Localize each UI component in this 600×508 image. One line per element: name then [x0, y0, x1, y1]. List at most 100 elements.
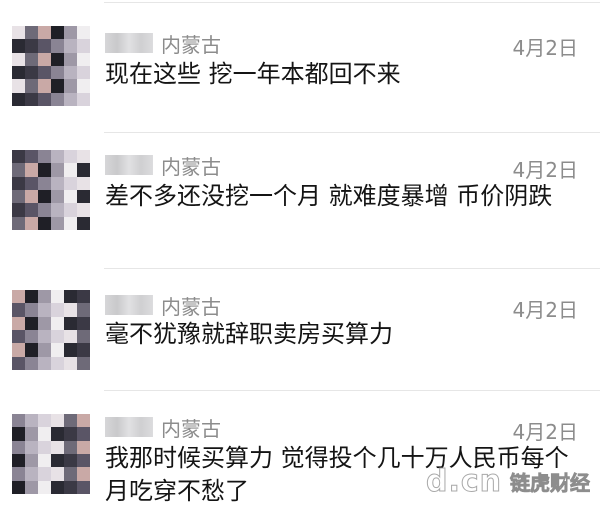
avatar-pixel: [64, 480, 77, 494]
avatar-pixel: [77, 150, 90, 164]
avatar-pixel: [12, 203, 25, 217]
blurred-username: [105, 295, 153, 315]
avatar-pixel: [64, 176, 77, 190]
avatar-pixel: [77, 480, 90, 494]
avatar-pixel: [25, 356, 38, 370]
avatar-pixel: [25, 316, 38, 330]
avatar-pixel: [77, 92, 90, 106]
avatar-pixel: [51, 467, 64, 481]
comment-text: 差不多还没挖一个月 就难度暴增 币价阴跌: [105, 182, 553, 210]
blurred-username: [105, 33, 153, 53]
avatar-pixel: [77, 189, 90, 204]
avatar-pixel: [25, 39, 38, 53]
avatar-pixel: [12, 414, 25, 428]
comment-item: 内蒙古 4月2日 差不多还没挖一个月 就难度暴增 币价阴跌: [0, 132, 600, 268]
avatar-pixel: [64, 303, 77, 317]
comment-item: 内蒙古 4月2日 毫不犹豫就辞职卖房买算力: [0, 268, 600, 398]
avatar-pixel: [25, 427, 38, 441]
avatar-pixel: [51, 480, 64, 494]
avatar[interactable]: [12, 150, 90, 230]
blurred-username: [105, 417, 153, 437]
avatar-pixel: [12, 329, 25, 344]
avatar-pixel: [51, 414, 64, 428]
avatar-pixel: [38, 290, 51, 304]
divider: [104, 390, 600, 391]
avatar-pixel: [12, 453, 25, 468]
comment-item: 内蒙古 4月2日 现在这些 挖一年本都回不来: [0, 0, 600, 132]
avatar-pixel: [64, 216, 77, 230]
avatar-pixel: [38, 163, 51, 177]
avatar-pixel: [64, 203, 77, 217]
avatar-pixel: [51, 216, 64, 230]
avatar-pixel: [77, 356, 90, 370]
avatar-pixel: [64, 343, 77, 357]
avatar-pixel: [51, 65, 64, 80]
comment-date: 4月2日: [512, 36, 578, 60]
avatar-pixel: [51, 79, 64, 93]
watermark-brand: 链虎财经: [510, 471, 591, 496]
avatar-pixel: [25, 453, 38, 468]
avatar-pixel: [38, 150, 51, 164]
commenter-info: 内蒙古: [105, 292, 221, 319]
avatar-pixel: [12, 176, 25, 190]
divider: [104, 132, 600, 133]
avatar-pixel: [51, 427, 64, 441]
avatar-pixel: [77, 440, 90, 454]
avatar-pixel: [12, 440, 25, 454]
avatar-pixel: [51, 92, 64, 106]
avatar-pixel: [77, 467, 90, 481]
commenter-location: 内蒙古: [161, 32, 221, 57]
avatar-pixel: [38, 52, 51, 66]
avatar-pixel: [25, 303, 38, 317]
avatar-pixel: [38, 189, 51, 204]
avatar-pixel: [64, 467, 77, 481]
avatar-pixel: [25, 203, 38, 217]
avatar-pixel: [51, 290, 64, 304]
avatar-pixel: [64, 356, 77, 370]
avatar-pixel: [77, 329, 90, 344]
avatar-pixel: [25, 150, 38, 164]
avatar-pixel: [64, 427, 77, 441]
comment-text: 毫不犹豫就辞职卖房买算力: [105, 320, 393, 348]
avatar-pixel: [51, 343, 64, 357]
avatar-pixel: [38, 26, 51, 40]
avatar-pixel: [51, 189, 64, 204]
avatar-pixel: [51, 440, 64, 454]
avatar-pixel: [77, 52, 90, 66]
avatar[interactable]: [12, 290, 90, 370]
avatar-pixel: [51, 303, 64, 317]
avatar-pixel: [12, 467, 25, 481]
avatar-pixel: [77, 163, 90, 177]
avatar-pixel: [77, 203, 90, 217]
avatar-pixel: [38, 216, 51, 230]
comment-date: 4月2日: [512, 158, 578, 182]
comment-text: 现在这些 挖一年本都回不来: [105, 60, 401, 88]
avatar-pixel: [12, 92, 25, 106]
avatar-pixel: [12, 343, 25, 357]
avatar-pixel: [64, 316, 77, 330]
avatar-pixel: [25, 216, 38, 230]
divider: [104, 2, 600, 3]
avatar-pixel: [77, 176, 90, 190]
commenter-info: 内蒙古: [105, 152, 221, 179]
avatar-pixel: [51, 52, 64, 66]
avatar-pixel: [38, 440, 51, 454]
avatar-pixel: [12, 216, 25, 230]
avatar-pixel: [64, 39, 77, 53]
avatar-pixel: [64, 65, 77, 80]
avatar[interactable]: [12, 414, 90, 494]
avatar-pixel: [51, 356, 64, 370]
avatar-pixel: [38, 356, 51, 370]
avatar-pixel: [38, 316, 51, 330]
commenter-info: 内蒙古: [105, 30, 221, 57]
avatar-pixel: [25, 290, 38, 304]
avatar-pixel: [77, 290, 90, 304]
avatar[interactable]: [12, 26, 90, 106]
avatar-pixel: [25, 329, 38, 344]
avatar-pixel: [51, 453, 64, 468]
avatar-pixel: [25, 52, 38, 66]
avatar-pixel: [25, 26, 38, 40]
avatar-pixel: [51, 203, 64, 217]
avatar-pixel: [25, 414, 38, 428]
avatar-pixel: [77, 303, 90, 317]
